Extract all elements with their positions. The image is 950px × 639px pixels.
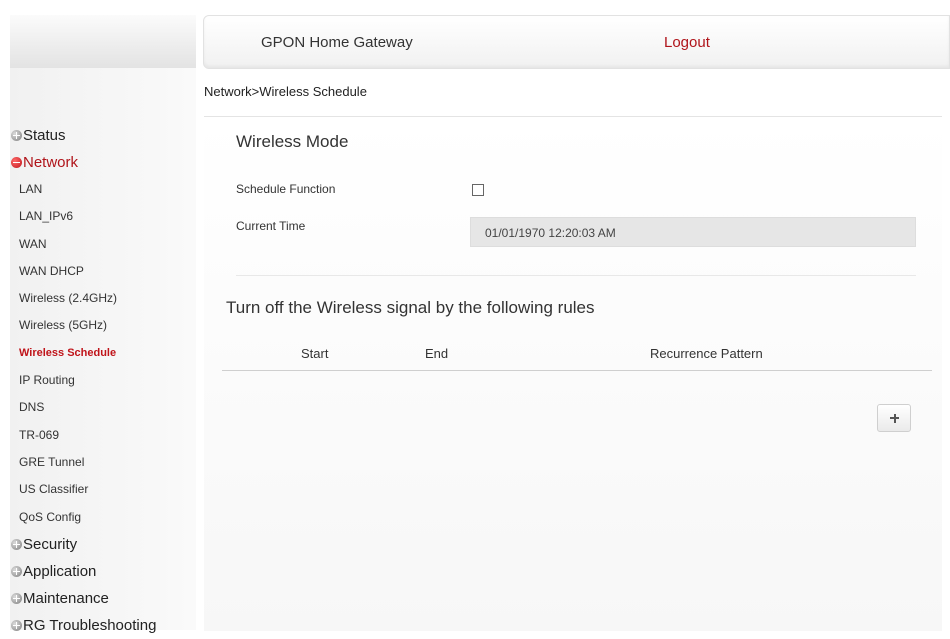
- wireless-mode-title: Wireless Mode: [236, 132, 349, 151]
- plus-bullet-icon: [11, 592, 22, 604]
- plus-icon-stroke: [893, 413, 896, 423]
- content-panel: Wireless Mode Schedule Function Current …: [204, 116, 942, 631]
- column-header-end: End: [425, 346, 449, 361]
- sidebar-item-label: Network: [23, 154, 79, 171]
- sidebar-item-wireless-schedule[interactable]: Wireless Schedule: [10, 340, 196, 367]
- header-bar: GPON Home Gateway Logout: [203, 15, 950, 69]
- logout-link[interactable]: Logout: [664, 34, 710, 51]
- schedule-function-checkbox[interactable]: [472, 184, 484, 196]
- sidebar-section-status[interactable]: Status: [10, 122, 196, 149]
- sidebar-item-label: DNS: [19, 400, 45, 415]
- sidebar-item-lan-ipv6[interactable]: LAN_IPv6: [10, 203, 196, 230]
- current-time-field: 01/01/1970 12:20:03 AM: [470, 217, 916, 247]
- sidebar-item-label: Wireless (5GHz): [19, 318, 108, 333]
- sidebar-item-ip-routing[interactable]: IP Routing: [10, 367, 196, 394]
- sidebar-item-us-classifier[interactable]: US Classifier: [10, 476, 196, 503]
- schedule-function-label: Schedule Function: [236, 182, 336, 196]
- table-header-line: [222, 370, 932, 371]
- sidebar-item-label: WAN DHCP: [19, 263, 84, 278]
- logo-area: [10, 15, 196, 68]
- sidebar-item-label: GRE Tunnel: [19, 454, 85, 469]
- sidebar-item-label: IP Routing: [19, 373, 75, 388]
- sidebar-section-rg-troubleshooting[interactable]: RG Troubleshooting: [10, 612, 196, 639]
- sidebar-nav: Status Network LAN LAN_IPv6 WAN WAN DHCP Wirel…: [10, 122, 196, 639]
- breadcrumb: Network>Wireless Schedule: [204, 84, 367, 99]
- sidebar-item-lan[interactable]: LAN: [10, 176, 196, 203]
- sidebar-item-wireless-5ghz[interactable]: Wireless (5GHz): [10, 312, 196, 339]
- column-header-start: Start: [301, 346, 329, 361]
- current-time-value: 01/01/1970 12:20:03 AM: [485, 226, 616, 240]
- sidebar-item-dns[interactable]: DNS: [10, 394, 196, 421]
- gateway-title: GPON Home Gateway: [261, 34, 413, 51]
- plus-bullet-icon: [11, 130, 22, 141]
- sidebar-item-label: Application: [23, 562, 97, 580]
- sidebar-item-label: US Classifier: [19, 482, 89, 497]
- sidebar-item-label: Wireless (2.4GHz): [19, 291, 118, 306]
- column-header-recurrence: Recurrence Pattern: [650, 346, 763, 361]
- sidebar-item-label: Maintenance: [23, 589, 109, 607]
- section-divider: [236, 275, 916, 276]
- sidebar-item-label: WAN: [19, 236, 47, 251]
- plus-bullet-icon: [11, 538, 22, 550]
- sidebar-item-label: RG Troubleshooting: [23, 616, 157, 634]
- plus-bullet-icon: [11, 619, 22, 631]
- sidebar-item-gre-tunnel[interactable]: GRE Tunnel: [10, 449, 196, 476]
- sidebar-item-label: Security: [23, 535, 78, 553]
- sidebar-item-wan-dhcp[interactable]: WAN DHCP: [10, 258, 196, 285]
- sidebar-item-label: LAN: [19, 182, 43, 196]
- sidebar-item-qos-config[interactable]: QoS Config: [10, 504, 196, 531]
- minus-bullet-icon: [11, 157, 22, 168]
- sidebar-item-label: Wireless Schedule: [19, 346, 117, 359]
- sidebar-section-application[interactable]: Application: [10, 558, 196, 585]
- sidebar: Status Network LAN LAN_IPv6 WAN WAN DHCP Wirel…: [10, 68, 196, 634]
- sidebar-item-label: Status: [23, 127, 66, 144]
- sidebar-section-security[interactable]: Security: [10, 531, 196, 558]
- add-rule-button[interactable]: [877, 404, 911, 432]
- sidebar-section-network[interactable]: Network: [10, 149, 196, 176]
- sidebar-item-wireless-2-4ghz[interactable]: Wireless (2.4GHz): [10, 285, 196, 312]
- sidebar-item-label: QoS Config: [19, 509, 82, 524]
- plus-bullet-icon: [11, 565, 22, 577]
- sidebar-item-label: LAN_IPv6: [19, 209, 74, 224]
- sidebar-item-label: TR-069: [19, 427, 60, 442]
- rules-title: Turn off the Wireless signal by the foll…: [226, 298, 595, 317]
- sidebar-section-maintenance[interactable]: Maintenance: [10, 585, 196, 612]
- current-time-label: Current Time: [236, 219, 306, 233]
- sidebar-item-wan[interactable]: WAN: [10, 231, 196, 258]
- sidebar-item-tr-069[interactable]: TR-069: [10, 422, 196, 449]
